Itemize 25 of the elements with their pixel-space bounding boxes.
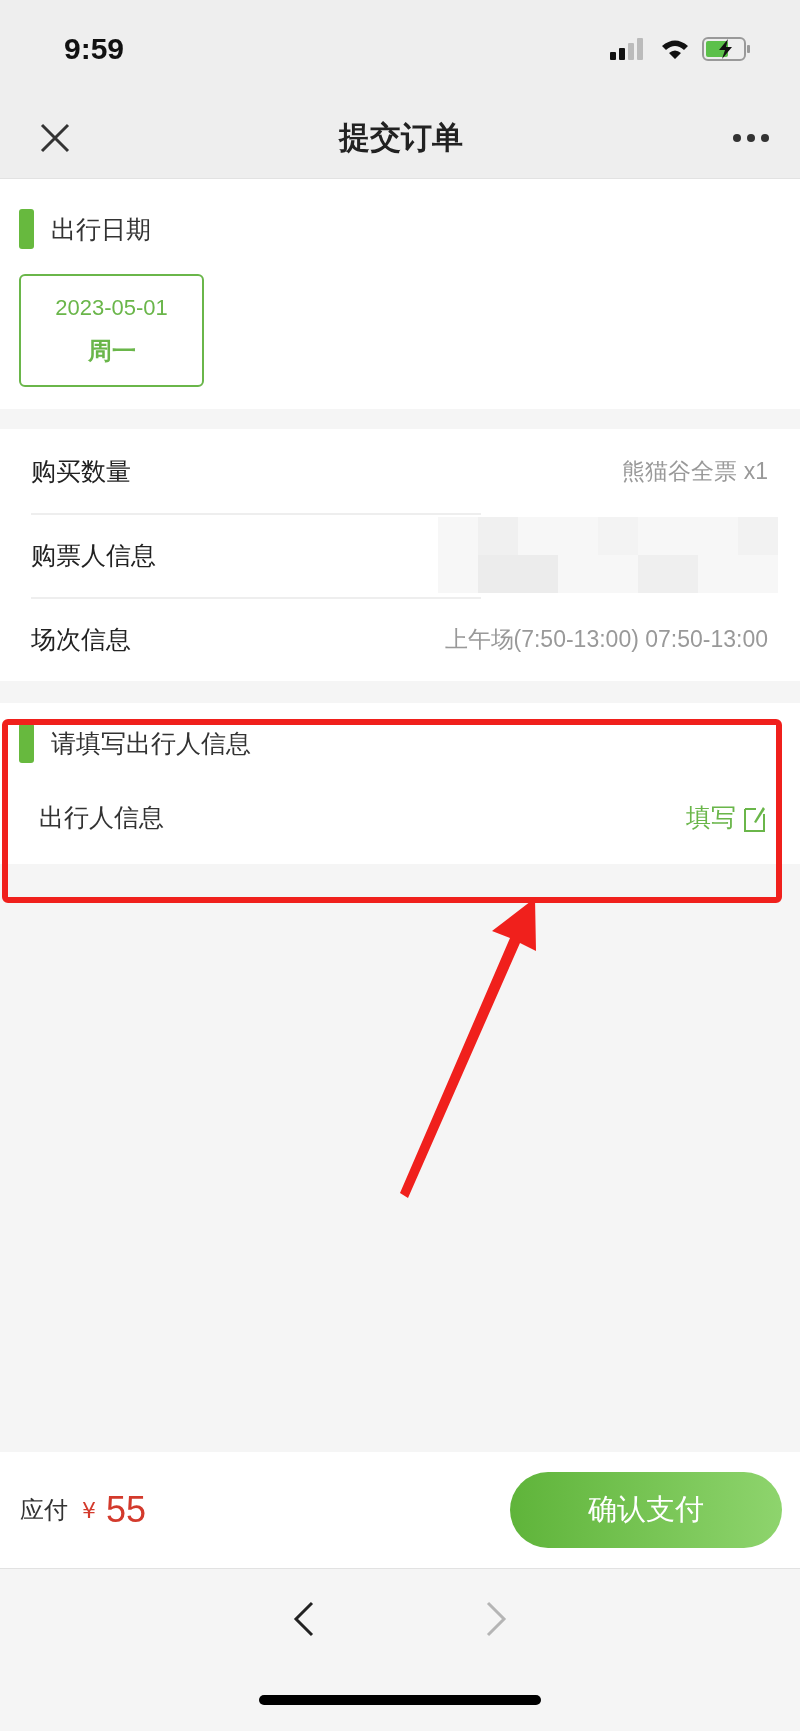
section-heading: 出行日期 [51,213,151,246]
confirm-pay-button[interactable]: 确认支付 [510,1472,782,1548]
section-heading: 请填写出行人信息 [51,727,251,760]
traveler-label: 出行人信息 [39,802,164,834]
fill-in-link[interactable]: 填写 [686,801,766,834]
currency-symbol: ¥ [82,1497,96,1523]
more-icon[interactable] [732,133,770,143]
back-icon[interactable] [293,1601,315,1637]
date-option[interactable]: 2023-05-01 周一 [19,274,204,387]
close-icon[interactable] [40,123,70,153]
wifi-icon [660,38,690,60]
amount-value: 55 [106,1489,147,1531]
amount-label: 应付 [20,1495,68,1526]
battery-charging-icon [702,37,752,61]
section-marker [19,209,34,249]
row-label: 场次信息 [31,623,131,656]
row-label: 购票人信息 [31,539,156,572]
page-title: 提交订单 [339,118,463,157]
date-text: 2023-05-01 [55,294,168,321]
row-label: 购买数量 [31,455,131,488]
row-value: 熊猫谷全票 x1 [622,456,768,486]
section-marker [19,723,34,763]
weekday-text: 周一 [87,335,136,367]
status-time: 9:59 [64,32,125,66]
row-value: 上午场(7:50-13:00) 07:50-13:00 [444,624,768,654]
